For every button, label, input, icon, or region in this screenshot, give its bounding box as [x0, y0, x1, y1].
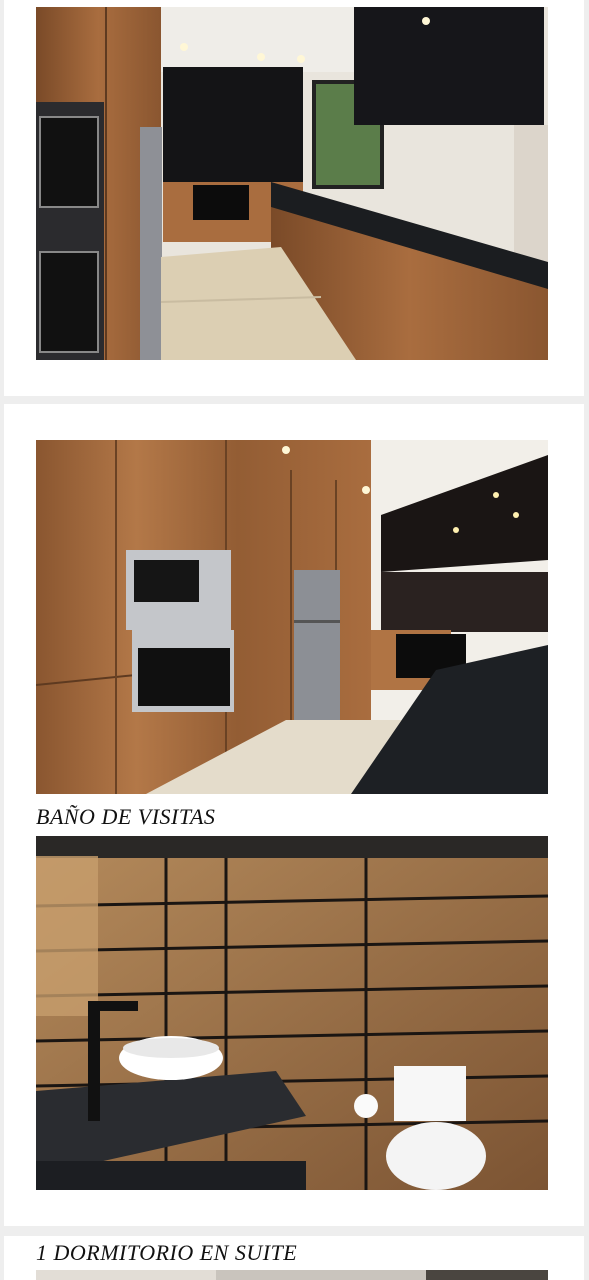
kitchen-galley-photo[interactable]	[36, 7, 548, 360]
section-title-bedroom-suite: 1 DORMITORIO EN SUITE	[36, 1240, 298, 1265]
guest-bathroom-photo[interactable]	[36, 836, 548, 1190]
bedroom-suite-photo[interactable]	[36, 1270, 548, 1280]
kitchen-appliance-wall-photo[interactable]	[36, 440, 548, 794]
section-title-guest-bathroom: BAÑO DE VISITAS	[36, 804, 216, 829]
